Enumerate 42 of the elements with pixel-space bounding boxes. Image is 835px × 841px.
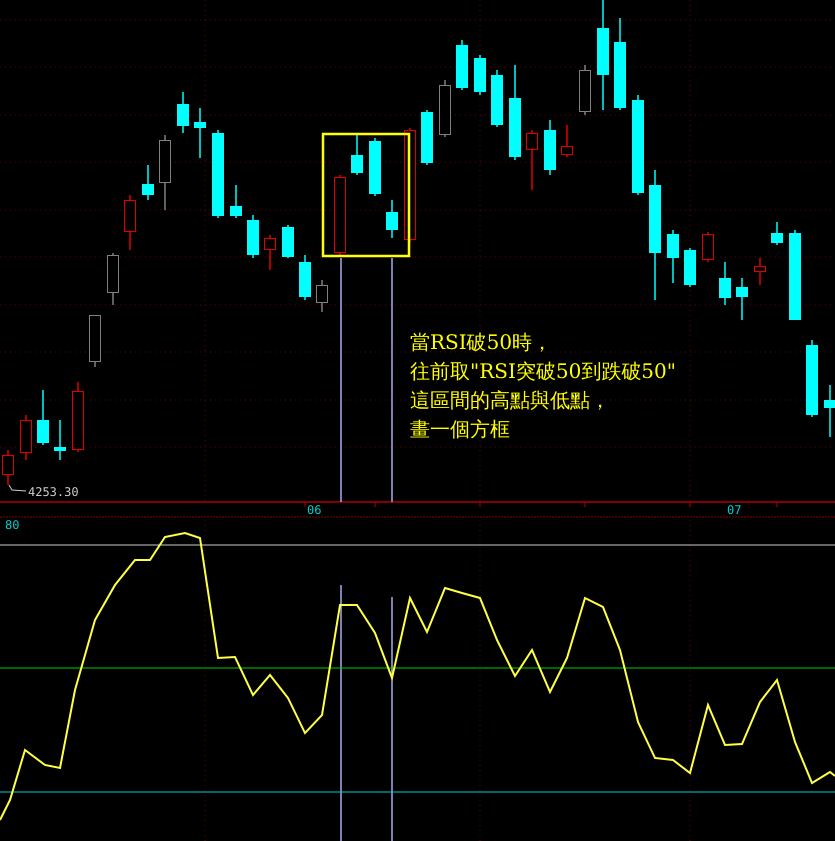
candlestick bbox=[491, 70, 503, 127]
candlestick bbox=[754, 258, 766, 285]
price-label: 4253.30 bbox=[28, 485, 79, 499]
candlestick bbox=[736, 278, 748, 320]
candlestick bbox=[142, 165, 154, 200]
annotation-text: 當RSI破50時， 往前取"RSI突破50到跌破50" 這區間的高點與低點， 畫一個方框 bbox=[410, 329, 676, 443]
axis-label: 07 bbox=[727, 503, 742, 517]
candlestick bbox=[351, 135, 363, 175]
candlestick bbox=[20, 415, 32, 460]
candlestick bbox=[579, 65, 591, 115]
candlestick bbox=[316, 280, 328, 312]
candlestick bbox=[684, 248, 696, 287]
candlestick bbox=[124, 195, 136, 250]
candlestick bbox=[719, 262, 731, 305]
candlestick bbox=[282, 225, 294, 258]
leader-line bbox=[8, 484, 26, 492]
candlestick bbox=[264, 235, 276, 270]
candlestick bbox=[824, 385, 835, 437]
candlestick bbox=[421, 110, 433, 165]
candlestick bbox=[89, 315, 101, 367]
axis-label: 06 bbox=[307, 503, 322, 517]
candlestick bbox=[299, 255, 311, 300]
candlestick bbox=[72, 382, 84, 452]
candlestick bbox=[474, 55, 486, 95]
candlestick bbox=[54, 420, 66, 460]
candlestick bbox=[194, 108, 206, 158]
candlestick bbox=[526, 130, 538, 190]
candlestick bbox=[771, 222, 783, 245]
scale-label: 80 bbox=[5, 518, 20, 532]
candlestick bbox=[544, 120, 556, 175]
candlestick bbox=[386, 200, 398, 238]
candlestick bbox=[177, 92, 189, 133]
candlestick bbox=[561, 125, 573, 157]
candlestick bbox=[667, 230, 679, 283]
candlestick bbox=[369, 138, 381, 196]
candlestick bbox=[456, 40, 468, 90]
candlestick bbox=[439, 80, 451, 137]
candlestick bbox=[247, 215, 259, 258]
candlestick bbox=[37, 390, 49, 445]
candlestick bbox=[107, 253, 119, 305]
candlestick bbox=[702, 232, 714, 262]
candlestick bbox=[230, 185, 242, 218]
